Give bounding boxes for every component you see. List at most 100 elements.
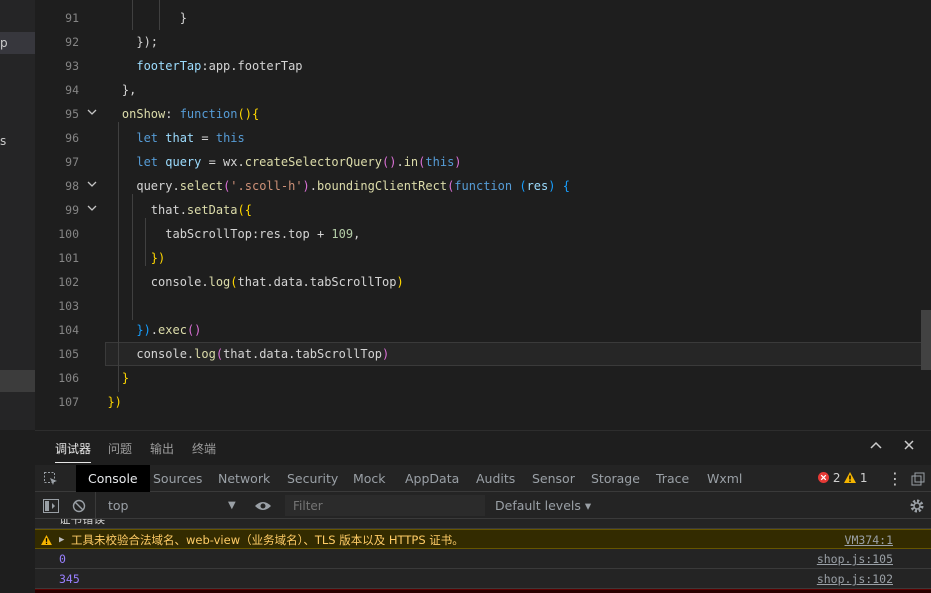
devtools-tab-sensor[interactable]: Sensor (532, 465, 575, 492)
error-count: 2 (832, 471, 841, 485)
code-editor[interactable]: 91 } 92 }); 93 footerTap:app.footerTap 94 }… (35, 0, 931, 430)
code-text: } (93, 371, 130, 385)
chevron-up-icon[interactable] (869, 438, 883, 456)
devtools-tab-trace[interactable]: Trace (656, 465, 689, 492)
line-number: 94 (65, 83, 79, 97)
line-number: 102 (58, 275, 79, 289)
context-select-value: top (108, 498, 129, 513)
line-number: 101 (58, 251, 79, 265)
code-line[interactable]: 99 that.setData({ (35, 198, 921, 222)
devtools-tab-security[interactable]: Security (287, 465, 338, 492)
devtools-tab-sources[interactable]: Sources (153, 465, 202, 492)
code-text: }); (93, 35, 159, 49)
explorer-item-active[interactable] (0, 370, 35, 392)
code-line[interactable]: 92 }); (35, 30, 921, 54)
sidebar-toggle-icon[interactable] (43, 492, 59, 519)
error-count-badge[interactable]: 2 (818, 465, 840, 492)
explorer-item[interactable]: s (0, 130, 35, 152)
line-number: 98 (65, 179, 79, 193)
line-number: 95 (65, 107, 79, 121)
code-text: }) (93, 251, 166, 265)
explorer-item-label: s (0, 134, 7, 148)
devtools-tab-mock[interactable]: Mock (353, 465, 386, 492)
line-number: 107 (58, 395, 79, 409)
code-text: console.log(that.data.tabScrollTop) (93, 275, 404, 289)
console-output[interactable]: 证书错误 ▶ 工具未校验合法域名、web-view（业务域名）、TLS 版本以及… (35, 519, 931, 593)
devtools-tab-wxml[interactable]: Wxml (707, 465, 742, 492)
tab-problems[interactable]: 问题 (108, 440, 132, 457)
explorer-panel: p s (0, 0, 35, 430)
panel-tabs: 调试器 问题 输出 终端 (35, 431, 931, 465)
tab-debugger[interactable]: 调试器 (55, 440, 92, 463)
context-select[interactable]: top ▼ (95, 492, 236, 519)
warning-count-badge[interactable]: 1 (844, 465, 867, 492)
code-text: }) (93, 395, 122, 409)
code-text: let query = wx.createSelectorQuery().in(… (93, 155, 462, 169)
console-filter-input[interactable] (285, 495, 485, 516)
code-line[interactable]: 91 } (35, 6, 921, 30)
code-line[interactable]: 107 }) (35, 390, 921, 414)
close-icon[interactable] (902, 438, 916, 456)
line-number: 97 (65, 155, 79, 169)
code-line[interactable]: 104 }).exec() (35, 318, 921, 342)
dropdown-arrow-icon: ▼ (228, 500, 236, 511)
line-number: 91 (65, 11, 79, 25)
code-text: } (93, 11, 187, 25)
code-text: let that = this (93, 131, 245, 145)
line-number: 106 (58, 371, 79, 385)
devtools-tab-network[interactable]: Network (218, 465, 270, 492)
code-text: }, (93, 83, 137, 97)
warning-icon (844, 472, 856, 483)
expand-triangle-icon[interactable]: ▶ (59, 530, 64, 550)
clear-console-icon[interactable] (72, 492, 86, 519)
code-text: onShow: function(){ (93, 107, 260, 121)
console-log-row: 345 shop.js:102 (35, 569, 931, 589)
console-partial-row: 证书错误 (35, 519, 931, 529)
code-line[interactable]: 93 footerTap:app.footerTap (35, 54, 921, 78)
devtools-tab-audits[interactable]: Audits (476, 465, 515, 492)
devtools-tab-console[interactable]: Console (76, 465, 150, 492)
devtools-tab-storage[interactable]: Storage (591, 465, 640, 492)
console-warning-row[interactable]: ▶ 工具未校验合法域名、web-view（业务域名）、TLS 版本以及 HTTP… (35, 529, 931, 549)
code-line[interactable]: 95 onShow: function(){ (35, 102, 921, 126)
code-text: tabScrollTop:res.top + 109, (93, 227, 361, 241)
editor-scrollbar[interactable] (921, 310, 931, 370)
code-line[interactable]: 103 (35, 294, 921, 318)
line-number: 93 (65, 59, 79, 73)
console-filter-bar: top ▼ Default levels ▾ (35, 492, 931, 519)
code-line[interactable]: 94 }, (35, 78, 921, 102)
code-line[interactable]: 102 console.log(that.data.tabScrollTop) (35, 270, 921, 294)
gear-icon[interactable] (909, 492, 925, 519)
line-number: 103 (58, 299, 79, 313)
warning-source-link[interactable]: VM374:1 (845, 530, 893, 550)
log-levels-dropdown[interactable]: Default levels ▾ (495, 492, 591, 519)
code-line[interactable]: 98 query.select('.scoll-h').boundingClie… (35, 174, 921, 198)
warning-count: 1 (859, 471, 868, 485)
explorer-item-selected[interactable]: p (0, 32, 35, 54)
line-number: 100 (58, 227, 79, 241)
explorer-item-label: p (0, 36, 8, 50)
code-line[interactable]: 100 tabScrollTop:res.top + 109, (35, 222, 921, 246)
inspect-element-icon[interactable] (43, 465, 59, 492)
log-value: 0 (59, 552, 66, 566)
tab-terminal[interactable]: 终端 (192, 440, 216, 457)
devtools-tab-appdata[interactable]: AppData (405, 465, 459, 492)
code-text: footerTap:app.footerTap (93, 59, 303, 73)
warning-icon (41, 530, 52, 550)
tab-output[interactable]: 输出 (150, 440, 174, 457)
line-number: 99 (65, 203, 79, 217)
line-number: 96 (65, 131, 79, 145)
eye-icon[interactable] (254, 492, 272, 519)
log-source-link[interactable]: shop.js:105 (817, 549, 893, 569)
code-line[interactable]: 96 let that = this (35, 126, 921, 150)
undock-icon[interactable] (911, 465, 925, 492)
code-line[interactable]: 105 console.log(that.data.tabScrollTop) (35, 342, 921, 366)
more-options-icon[interactable]: ⋮ (887, 465, 903, 492)
log-source-link[interactable]: shop.js:102 (817, 569, 893, 589)
line-number: 92 (65, 35, 79, 49)
code-line[interactable]: 97 let query = wx.createSelectorQuery().… (35, 150, 921, 174)
code-line[interactable]: 106 } (35, 366, 921, 390)
line-number: 105 (58, 347, 79, 361)
console-log-row: 0 shop.js:105 (35, 549, 931, 569)
code-line[interactable]: 101 }) (35, 246, 921, 270)
